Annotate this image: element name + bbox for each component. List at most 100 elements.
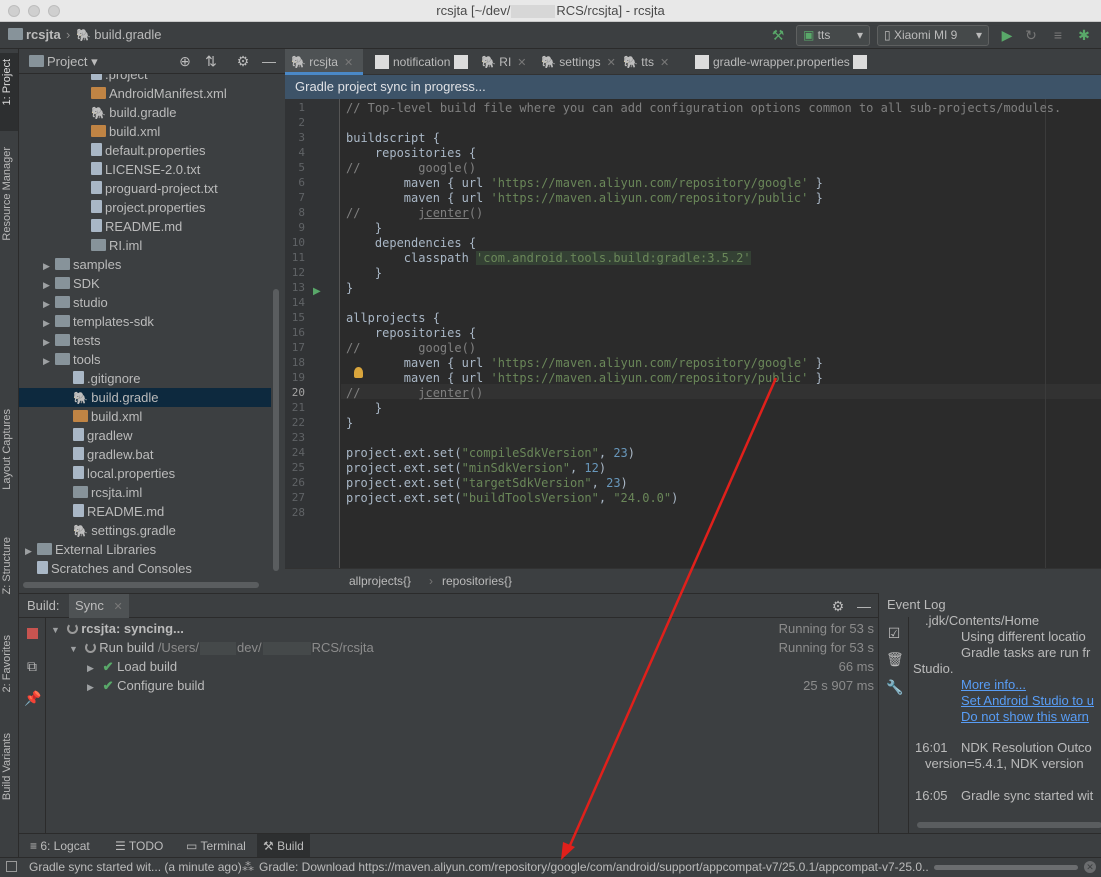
lightbulb-icon[interactable] [354, 367, 363, 378]
tree-item[interactable]: rcsjta.iml [19, 483, 271, 502]
tree-item[interactable]: ▶ External Libraries [19, 540, 271, 559]
background-task-text[interactable]: Gradle: Download https://maven.aliyun.co… [259, 858, 929, 877]
tab-terminal[interactable]: ▭ Terminal [180, 834, 252, 858]
tree-scrollbar[interactable] [273, 289, 279, 571]
device-select[interactable]: ▯ Xiaomi MI 9 ▾ [877, 25, 989, 46]
tree-item[interactable]: build.xml [19, 122, 271, 141]
tree-item[interactable]: .project [19, 74, 271, 84]
modified-marker-icon [853, 55, 868, 69]
gear-icon[interactable]: ⚙ [830, 598, 846, 614]
build-row-run[interactable]: ▼ Run build /Users/dev/RCS/rcsjta Runnin… [47, 638, 878, 657]
status-message[interactable]: Gradle sync started wit... (a minute ago… [29, 858, 242, 877]
debug-icon[interactable]: ✱ [1076, 27, 1092, 43]
close-icon[interactable]: ✕ [344, 57, 353, 69]
tab-sync[interactable]: Sync ✕ [69, 594, 129, 618]
event-log-panel: Event Log ☑ 🗑 🔧 .jdk/Contents/Home Using… [878, 593, 1101, 833]
breadcrumb-allprojects[interactable]: allprojects{} [349, 569, 411, 594]
close-icon[interactable]: ✕ [114, 601, 123, 613]
build-row-load[interactable]: ▶ ✔ Load build 66 ms [47, 657, 878, 676]
tree-item[interactable]: local.properties [19, 464, 271, 483]
build-row-configure[interactable]: ▶ ✔ Configure build 25 s 907 ms [47, 676, 878, 695]
library-icon [37, 543, 52, 555]
editor-tab[interactable]: gradle-wrapper.properties [689, 49, 869, 75]
tree-item[interactable]: AndroidManifest.xml [19, 84, 271, 103]
tree-item[interactable]: .gitignore [19, 369, 271, 388]
code-line: // google() [346, 341, 477, 355]
editor-tab[interactable]: notification [369, 49, 469, 75]
tree-item[interactable]: ▶ SDK [19, 274, 271, 293]
hide-panel-icon[interactable]: — [856, 598, 872, 614]
close-icon[interactable]: ✕ [517, 57, 526, 69]
tree-item[interactable]: ▶ tests [19, 331, 271, 350]
tree-item[interactable]: ▶ tools [19, 350, 271, 369]
tree-item[interactable]: 🐘 build.gradle [19, 388, 271, 407]
editor-tab[interactable]: 🐘 RI ✕ [475, 49, 531, 75]
layout-captures-button[interactable]: Layout Captures [1, 409, 13, 490]
hammer-icon[interactable]: ⚒ [770, 27, 786, 43]
hide-panel-icon[interactable]: — [261, 53, 277, 69]
tree-item[interactable]: project.properties [19, 198, 271, 217]
more-info-link[interactable]: More info... [961, 677, 1026, 693]
tree-item[interactable]: RI.iml [19, 236, 271, 255]
tab-logcat[interactable]: ≡ 6: Logcat [24, 834, 96, 858]
tree-item[interactable]: LICENSE-2.0.txt [19, 160, 271, 179]
tree-item[interactable]: ▶ samples [19, 255, 271, 274]
tab-todo[interactable]: ☰ TODO [109, 834, 169, 858]
run-icon[interactable]: ▶ [999, 27, 1015, 43]
collapse-all-icon[interactable]: ⇅ [203, 53, 219, 69]
favorites-button[interactable]: 2: Favorites [1, 635, 13, 692]
tree-item[interactable]: proguard-project.txt [19, 179, 271, 198]
wrench-icon[interactable]: 🔧 [886, 679, 903, 695]
pin-icon[interactable]: 📌 [24, 690, 41, 706]
breadcrumb-project[interactable]: rcsjta [8, 27, 61, 44]
build-label: Build: [27, 598, 60, 613]
close-icon[interactable]: ✕ [660, 57, 669, 69]
tool-windows-icon[interactable] [6, 861, 17, 872]
set-jdk-link[interactable]: Set Android Studio to u [961, 693, 1094, 709]
tree-item[interactable]: README.md [19, 502, 271, 521]
stop-list-icon[interactable]: ≡ [1050, 27, 1066, 43]
tree-item[interactable]: build.xml [19, 407, 271, 426]
run-config-select[interactable]: ▣ tts ▾ [796, 25, 870, 46]
gear-icon[interactable]: ⚙ [235, 53, 251, 69]
event-log-hscrollbar[interactable] [917, 822, 1101, 828]
tree-item[interactable]: 🐘 settings.gradle [19, 521, 271, 540]
cancel-task-icon[interactable]: ✕ [1084, 861, 1096, 873]
tree-item[interactable]: ▶ studio [19, 293, 271, 312]
breadcrumb-file[interactable]: 🐘 build.gradle [76, 27, 162, 44]
build-panel: Build: Sync ✕ ⚙ — ⧉ 📌 ▼ rcsjta: syncing.… [19, 593, 878, 834]
tab-build[interactable]: ⚒ Build [257, 834, 310, 858]
editor-tab[interactable]: 🐘 tts ✕ [617, 49, 683, 75]
project-tool-button[interactable]: 1: Project [1, 59, 13, 105]
tree-item[interactable]: gradlew [19, 426, 271, 445]
tree-hscrollbar[interactable] [23, 582, 259, 588]
structure-button[interactable]: Z: Structure [1, 537, 13, 594]
resource-manager-button[interactable]: Resource Manager [1, 147, 13, 241]
check-icon: ✔ [102, 678, 114, 693]
locate-icon[interactable]: ⊕ [177, 53, 193, 69]
rerun-icon[interactable]: ↻ [1023, 27, 1039, 43]
tree-item[interactable]: Scratches and Consoles [19, 559, 271, 578]
toggle-view-icon[interactable]: ⧉ [24, 658, 40, 674]
breadcrumb-separator: › [429, 574, 433, 588]
tree-item[interactable]: 🐘 build.gradle [19, 103, 271, 122]
trash-icon[interactable]: 🗑 [886, 651, 904, 667]
breadcrumb-repositories[interactable]: repositories{} [442, 569, 512, 594]
mark-read-icon[interactable]: ☑ [886, 625, 902, 641]
editor-tab[interactable]: 🐘 settings ✕ [535, 49, 616, 75]
stop-icon[interactable] [27, 628, 38, 639]
hammer-icon: ⚒ [263, 839, 278, 853]
tree-item[interactable]: default.properties [19, 141, 271, 160]
run-gutter-icon[interactable]: ▶ [313, 286, 321, 297]
editor-tab[interactable]: 🐘 rcsjta ✕ [285, 49, 363, 75]
tree-item[interactable]: README.md [19, 217, 271, 236]
code-editor[interactable]: // Top-level build file where you can ad… [285, 99, 1101, 568]
project-view-select[interactable]: Project ▾ [47, 54, 98, 70]
do-not-show-link[interactable]: Do not show this warn [961, 709, 1089, 725]
folder-icon [55, 353, 70, 365]
tree-item[interactable]: gradlew.bat [19, 445, 271, 464]
build-variants-button[interactable]: Build Variants [1, 733, 13, 800]
close-icon[interactable]: ✕ [607, 57, 616, 69]
build-row-sync[interactable]: ▼ rcsjta: syncing... Running for 53 s [47, 619, 878, 638]
tree-item[interactable]: ▶ templates-sdk [19, 312, 271, 331]
